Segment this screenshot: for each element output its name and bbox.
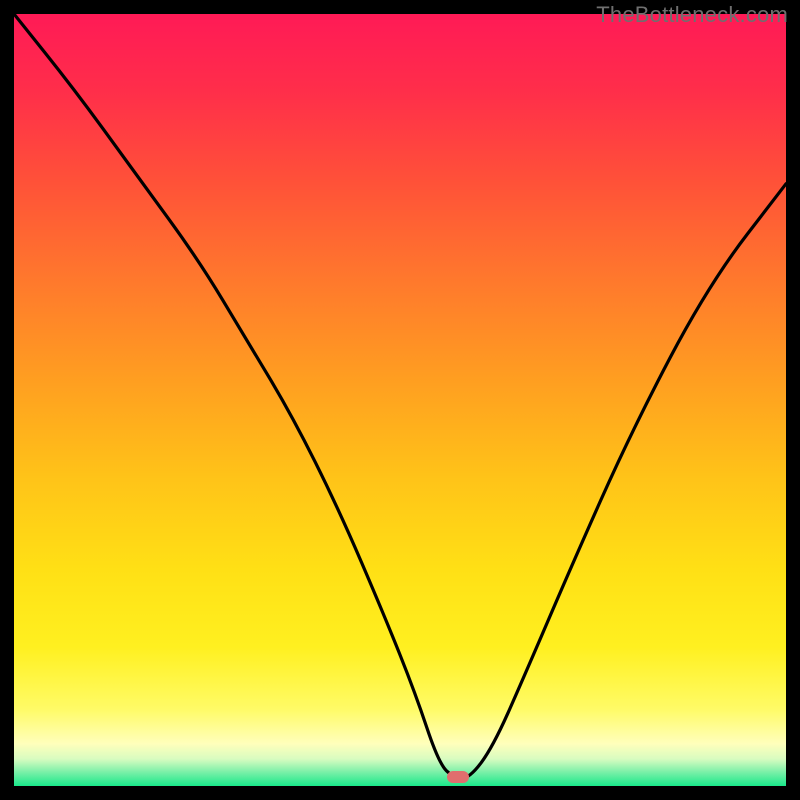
watermark-text: TheBottleneck.com bbox=[596, 2, 788, 28]
bottleneck-curve bbox=[14, 14, 786, 786]
highlight-marker bbox=[447, 771, 469, 783]
plot-area bbox=[14, 14, 786, 786]
